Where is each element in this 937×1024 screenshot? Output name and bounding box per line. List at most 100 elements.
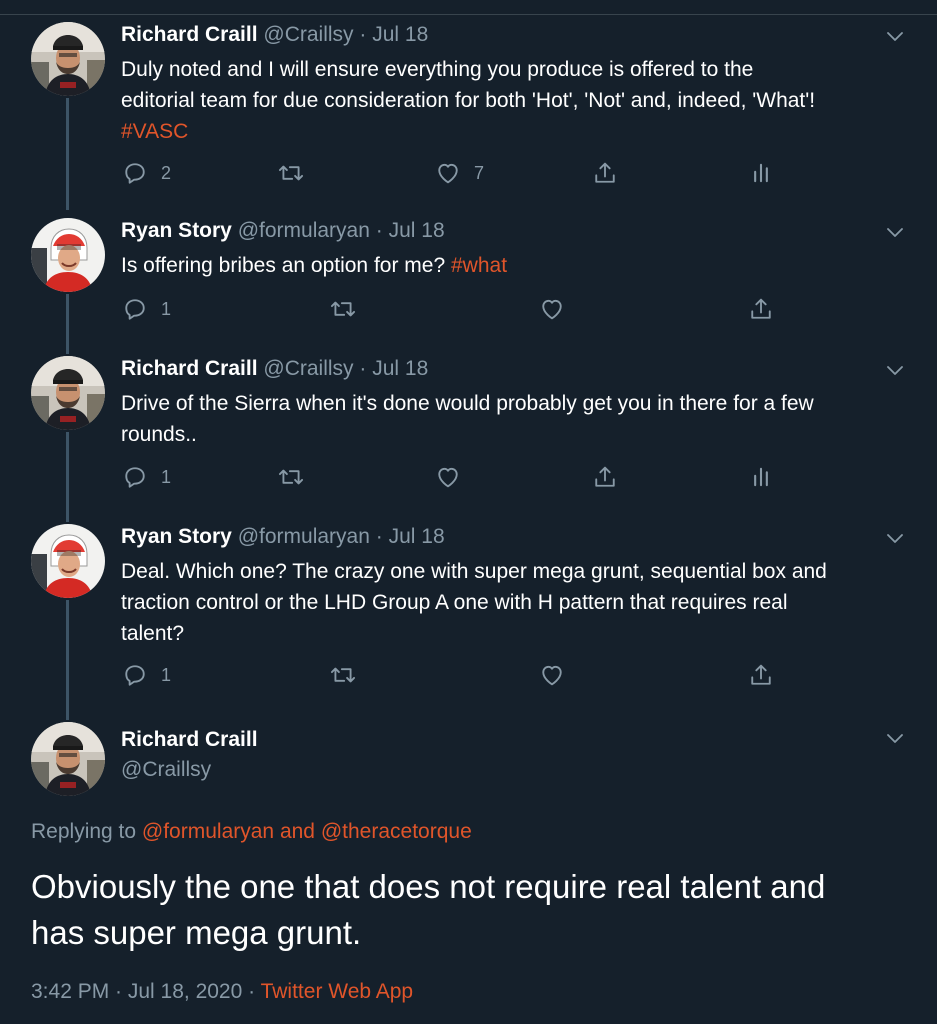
share-button[interactable]	[591, 462, 619, 492]
top-divider	[0, 14, 937, 15]
tweet-date[interactable]: Jul 18	[389, 219, 445, 242]
text-line: Drive of the Sierra when it's done would…	[121, 392, 814, 415]
share-icon	[747, 661, 775, 689]
like-button[interactable]	[538, 294, 566, 324]
chevron-down-icon[interactable]	[886, 364, 904, 376]
thread-line	[66, 294, 69, 354]
tweet-header: Richard Craill @Craillsy · Jul 18	[121, 23, 428, 47]
reply-tweet-3[interactable]: Richard Craill @Craillsy · Jul 18 Drive …	[0, 354, 937, 522]
heart-icon	[434, 159, 462, 187]
chevron-down-icon[interactable]	[886, 226, 904, 238]
tweet-text: Is offering bribes an option for me? #wh…	[121, 250, 911, 281]
reply-tweet-4[interactable]: Ryan Story @formularyan · Jul 18 Deal. W…	[0, 522, 937, 720]
text-line: traction control or the LHD Group A one …	[121, 591, 788, 614]
share-icon	[747, 295, 775, 323]
reply-count: 1	[161, 466, 172, 487]
separator: ·	[369, 219, 389, 242]
display-name[interactable]: Richard Craill	[121, 23, 258, 46]
avatar[interactable]	[31, 22, 105, 96]
heart-icon	[434, 463, 462, 491]
share-button[interactable]	[591, 158, 619, 188]
reply-icon	[121, 159, 149, 187]
tweet-date[interactable]: Jul 18	[372, 23, 428, 46]
retweet-icon	[329, 295, 357, 323]
display-name[interactable]: Richard Craill	[121, 357, 258, 380]
separator: ·	[353, 23, 373, 46]
separator: ·	[353, 357, 373, 380]
reply-icon	[121, 295, 149, 323]
avatar[interactable]	[31, 356, 105, 430]
retweet-button[interactable]	[277, 462, 305, 492]
text-line: has super mega grunt.	[31, 914, 362, 951]
reply-icon	[121, 463, 149, 491]
analytics-icon	[747, 159, 775, 187]
display-name[interactable]: Richard Craill	[121, 728, 258, 752]
reply-button[interactable]: 2	[121, 158, 171, 188]
text-line: Duly noted and I will ensure everything …	[121, 58, 754, 81]
text-line: rounds..	[121, 423, 197, 446]
main-tweet: Richard Craill @Craillsy Replying to @fo…	[0, 720, 937, 1024]
analytics-button[interactable]	[747, 462, 775, 492]
thread-line	[66, 432, 69, 522]
chevron-down-icon[interactable]	[886, 532, 904, 544]
text-line: talent?	[121, 622, 185, 645]
retweet-button[interactable]	[329, 660, 357, 690]
mention-link[interactable]: @theracetorque	[321, 820, 472, 843]
heart-icon	[538, 295, 566, 323]
display-name[interactable]: Ryan Story	[121, 219, 232, 242]
mention-link[interactable]: @formularyan	[142, 820, 274, 843]
action-bar: 2 7	[121, 158, 801, 188]
handle[interactable]: @formularyan	[238, 219, 370, 242]
retweet-button[interactable]	[277, 158, 305, 188]
reply-tweet-2[interactable]: Ryan Story @formularyan · Jul 18 Is offe…	[0, 216, 937, 354]
avatar[interactable]	[31, 722, 105, 796]
share-icon	[591, 159, 619, 187]
like-button[interactable]	[434, 462, 462, 492]
hashtag-link[interactable]: #what	[451, 254, 507, 277]
tweet-header: Ryan Story @formularyan · Jul 18	[121, 219, 445, 243]
separator: ·	[369, 525, 389, 548]
source-link[interactable]: Twitter Web App	[261, 980, 414, 1003]
chevron-down-icon[interactable]	[886, 30, 904, 42]
hashtag-link[interactable]: #VASC	[121, 116, 911, 147]
action-bar: 1	[121, 660, 801, 690]
reply-icon	[121, 661, 149, 689]
like-button[interactable]: 7	[434, 158, 484, 188]
reply-tweet-1[interactable]: Richard Craill @Craillsy · Jul 18 Duly n…	[0, 20, 937, 210]
reply-button[interactable]: 1	[121, 462, 171, 492]
heart-icon	[538, 661, 566, 689]
action-bar: 1	[121, 462, 801, 492]
chevron-down-icon[interactable]	[886, 732, 904, 744]
share-icon	[591, 463, 619, 491]
share-button[interactable]	[747, 294, 775, 324]
handle[interactable]: @Craillsy	[263, 23, 353, 46]
replying-label: Replying to	[31, 820, 137, 843]
tweet-text: Obviously the one that does not require …	[31, 864, 911, 956]
reply-button[interactable]: 1	[121, 294, 171, 324]
avatar[interactable]	[31, 524, 105, 598]
replying-to: Replying to @formularyan and @theracetor…	[31, 820, 472, 844]
tweet-text: Deal. Which one? The crazy one with supe…	[121, 556, 911, 649]
like-button[interactable]	[538, 660, 566, 690]
mention-and[interactable]: and	[280, 820, 315, 843]
text-line: Deal. Which one? The crazy one with supe…	[121, 560, 827, 583]
timestamp-text[interactable]: 3:42 PM · Jul 18, 2020 ·	[31, 980, 255, 1003]
display-name[interactable]: Ryan Story	[121, 525, 232, 548]
text-line: Obviously the one that does not require …	[31, 868, 826, 905]
share-button[interactable]	[747, 660, 775, 690]
reply-count: 2	[161, 162, 172, 183]
avatar[interactable]	[31, 218, 105, 292]
analytics-button[interactable]	[747, 158, 775, 188]
retweet-icon	[277, 159, 305, 187]
reply-button[interactable]: 1	[121, 660, 171, 690]
tweet-timestamp: 3:42 PM · Jul 18, 2020 · Twitter Web App	[31, 980, 413, 1004]
handle[interactable]: @formularyan	[238, 525, 370, 548]
retweet-button[interactable]	[329, 294, 357, 324]
analytics-icon	[747, 463, 775, 491]
thread-line	[66, 600, 69, 720]
tweet-date[interactable]: Jul 18	[389, 525, 445, 548]
like-count: 7	[474, 162, 485, 183]
handle[interactable]: @Craillsy	[121, 758, 211, 782]
tweet-date[interactable]: Jul 18	[372, 357, 428, 380]
handle[interactable]: @Craillsy	[263, 357, 353, 380]
